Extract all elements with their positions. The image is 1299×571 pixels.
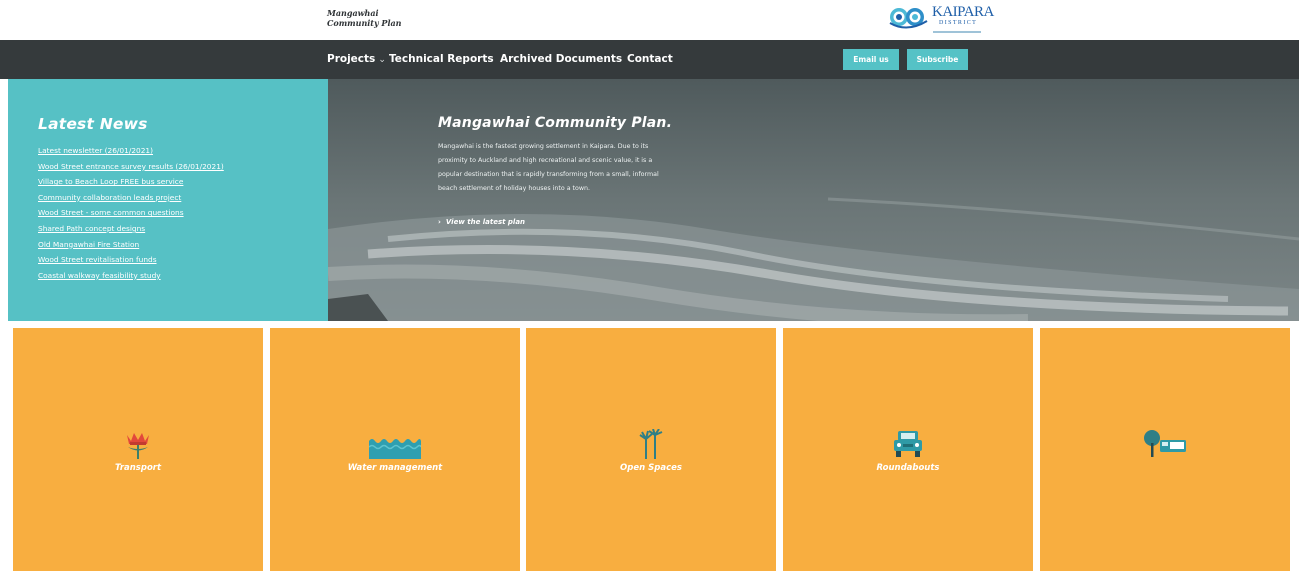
nav-projects-label: Projects (327, 53, 376, 65)
kaipara-swirl-icon (889, 8, 928, 29)
kaipara-district-logo[interactable]: KAIPARA DISTRICT (887, 3, 994, 37)
hero-title: Mangawhai Community Plan. (438, 115, 673, 131)
chevron-down-icon: ⌄ (378, 55, 386, 65)
tile-open-spaces[interactable]: Open Spaces (526, 328, 776, 571)
view-latest-plan-label: View the latest plan (445, 218, 526, 226)
nav-technical-reports[interactable]: Technical Reports (389, 53, 494, 66)
news-link[interactable]: Village to Beach Loop FREE bus service (38, 174, 224, 190)
pohutukawa-flower-icon (127, 433, 149, 459)
email-us-button[interactable]: Email us (843, 49, 899, 70)
hero-banner: Mangawhai Community Plan. Mangawhai is t… (328, 79, 1299, 321)
tile-label: Roundabouts (876, 463, 940, 473)
tile-label: Open Spaces (620, 463, 682, 473)
tree-and-bus-icon (1144, 430, 1186, 457)
news-list: Latest newsletter (26/01/2021) Wood Stre… (38, 143, 224, 283)
nav-contact[interactable]: Contact (627, 53, 673, 66)
news-link[interactable]: Wood Street entrance survey results (26/… (38, 159, 224, 175)
top-brand-bar: Mangawhai Community Plan KAIPARA DISTRIC… (0, 0, 1299, 40)
news-link[interactable]: Shared Path concept designs (38, 221, 224, 237)
logo-wordmark: KAIPARA (932, 4, 994, 20)
water-waves-icon (369, 439, 421, 459)
nav-archived-documents[interactable]: Archived Documents (500, 53, 622, 66)
site-title-line1: Mangawhai (327, 8, 379, 18)
subscribe-button[interactable]: Subscribe (907, 49, 968, 70)
site-title-line2: Community Plan (327, 18, 402, 28)
tile-bus-stop[interactable] (1040, 328, 1290, 571)
latest-news-heading: Latest News (38, 115, 148, 133)
logo-tagline-line (933, 31, 981, 33)
tile-label: Water management (347, 463, 443, 473)
news-link[interactable]: Coastal walkway feasibility study (38, 268, 224, 284)
chevron-right-icon: › (438, 218, 441, 226)
logo-subtext: DISTRICT (939, 20, 978, 26)
news-link[interactable]: Community collaboration leads project (38, 190, 224, 206)
tile-water-management[interactable]: Water management (270, 328, 520, 571)
tile-roundabouts[interactable]: Roundabouts (783, 328, 1033, 571)
news-link[interactable]: Latest newsletter (26/01/2021) (38, 143, 224, 159)
news-link[interactable]: Old Mangawhai Fire Station (38, 237, 224, 253)
hero-description: Mangawhai is the fastest growing settlem… (438, 143, 659, 192)
main-nav: Projects ⌄ Technical Reports Archived Doc… (0, 40, 1299, 79)
tile-transport[interactable]: Transport (13, 328, 263, 571)
nav-projects[interactable]: Projects ⌄ (327, 53, 386, 67)
car-icon (894, 431, 922, 457)
view-latest-plan-link[interactable]: › View the latest plan (438, 218, 525, 226)
nikau-palm-icon (639, 429, 663, 459)
site-title-link[interactable]: Mangawhai Community Plan (327, 8, 402, 28)
news-link[interactable]: Wood Street - some common questions (38, 205, 224, 221)
latest-news-panel: Latest News Latest newsletter (26/01/202… (8, 79, 328, 321)
tile-label: Transport (114, 463, 162, 473)
news-link[interactable]: Wood Street revitalisation funds (38, 252, 224, 268)
